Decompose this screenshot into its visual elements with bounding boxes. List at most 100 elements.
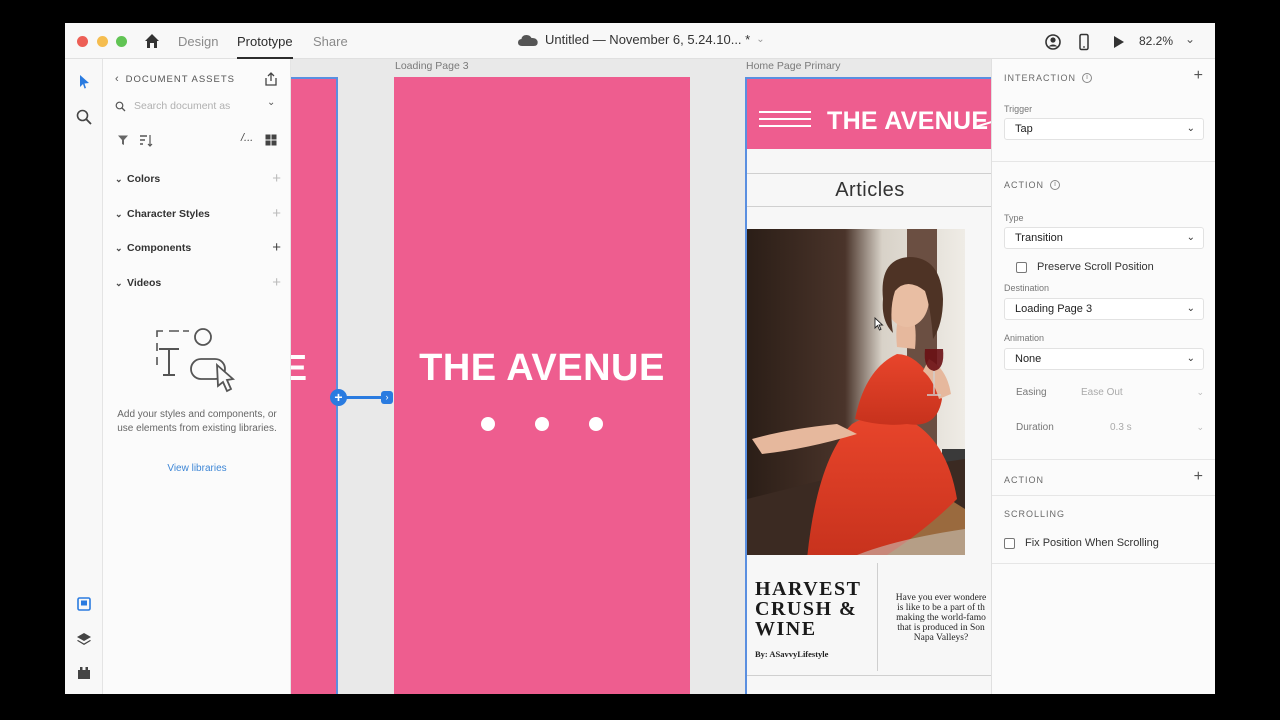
mouse-cursor-icon [874, 317, 884, 331]
divider [992, 495, 1215, 496]
animation-label: Animation [1004, 333, 1045, 343]
chevron-down-icon: ⌄ [115, 277, 123, 288]
wire-stub-icon [975, 121, 991, 128]
preserve-scroll-checkbox[interactable]: Preserve Scroll Position [1016, 261, 1154, 273]
artboard-loading-page-3[interactable]: THE AVENUE [394, 77, 690, 694]
grid-view-icon[interactable] [265, 134, 277, 146]
close-window-button[interactable] [77, 36, 88, 47]
tab-share[interactable]: Share [313, 34, 348, 49]
plugins-icon[interactable] [75, 664, 93, 682]
empty-assets-illustration [156, 328, 236, 393]
assets-header[interactable]: ‹ DOCUMENT ASSETS [115, 73, 235, 85]
easing-label: Easing [1016, 387, 1047, 398]
add-action-button[interactable]: + [1194, 468, 1203, 486]
assets-empty-text: Add your styles and components, or use e… [117, 409, 277, 434]
export-icon[interactable] [263, 71, 279, 87]
assets-header-label: DOCUMENT ASSETS [125, 73, 235, 85]
add-color-button[interactable]: + [272, 170, 281, 188]
play-icon[interactable] [1109, 33, 1127, 51]
tab-design[interactable]: Design [178, 34, 218, 49]
destination-select[interactable]: Loading Page 3 ⌄ [1004, 298, 1204, 320]
assets-section-colors[interactable]: ⌄ Colors + [115, 170, 281, 188]
chevron-down-icon[interactable]: ⌄ [1185, 32, 1195, 46]
hamburger-menu-icon [759, 111, 811, 129]
brand-logo: THE AVENUE [419, 347, 665, 389]
type-label: Type [1004, 213, 1024, 223]
zoom-level[interactable]: 82.2% [1139, 34, 1173, 48]
search-icon [115, 101, 126, 111]
checkbox[interactable] [1016, 261, 1027, 273]
maximize-window-button[interactable] [116, 36, 127, 47]
document-title-text: Untitled — November 6, 5.24.10... * [545, 32, 751, 47]
fix-position-checkbox[interactable]: Fix Position When Scrolling [1004, 537, 1159, 549]
chevron-down-icon: ⌄ [1186, 232, 1195, 243]
home-icon[interactable] [143, 32, 161, 50]
article-title-line: HARVEST [755, 578, 862, 600]
document-title[interactable]: Untitled — November 6, 5.24.10... * ⌄ [517, 32, 765, 47]
info-icon[interactable]: i [1082, 73, 1093, 83]
design-canvas[interactable]: Loading Page 3 Home Page Primary E THE A… [291, 59, 991, 694]
trigger-select[interactable]: Tap ⌄ [1004, 118, 1204, 140]
search-icon[interactable] [75, 108, 93, 126]
mobile-preview-icon[interactable] [1075, 33, 1093, 51]
artboard-label-home-page-primary[interactable]: Home Page Primary [746, 60, 841, 72]
add-interaction-button[interactable]: + [1194, 67, 1203, 85]
easing-value: Ease Out [1081, 387, 1123, 398]
chevron-down-icon: ⌄ [1186, 303, 1195, 314]
list-view-icon[interactable]: /... [241, 132, 253, 144]
article-divider [877, 563, 878, 671]
chevron-left-icon[interactable]: ‹ [115, 73, 120, 85]
section-label: Components [127, 242, 192, 254]
chevron-down-icon: ⌄ [1186, 353, 1195, 364]
asset-search-input[interactable]: Search document as [115, 97, 283, 115]
wire-arrow-icon[interactable]: › [381, 391, 393, 404]
section-label: Videos [127, 277, 162, 289]
property-inspector: INTERACTION i + Trigger Tap ⌄ ACTION i T… [991, 59, 1215, 694]
filter-icon[interactable] [117, 134, 129, 146]
chevron-down-icon: ⌄ [115, 242, 123, 253]
artboard-label-loading-page-3[interactable]: Loading Page 3 [395, 60, 469, 72]
layers-icon[interactable] [75, 630, 93, 648]
excerpt-line: Have you ever wondere [895, 593, 987, 603]
interaction-section-label: INTERACTION i [1004, 73, 1093, 83]
info-icon[interactable]: i [1050, 180, 1061, 190]
section-label: Character Styles [127, 208, 210, 220]
tab-prototype[interactable]: Prototype [237, 34, 293, 59]
view-libraries-link[interactable]: View libraries [115, 463, 279, 474]
action-2-section-label: ACTION [1004, 475, 1044, 485]
divider [992, 161, 1215, 162]
duration-label: Duration [1016, 422, 1054, 433]
chevron-down-icon: ⌄ [756, 34, 765, 45]
add-video-button[interactable]: + [272, 274, 281, 292]
destination-value: Loading Page 3 [1015, 303, 1093, 315]
user-icon[interactable] [1044, 33, 1062, 51]
sort-icon[interactable] [139, 134, 153, 147]
site-header: THE AVENUE [747, 79, 991, 149]
assets-icon[interactable] [75, 595, 93, 613]
animation-select[interactable]: None ⌄ [1004, 348, 1204, 370]
chevron-down-icon[interactable]: ⌄ [267, 97, 275, 108]
add-character-style-button[interactable]: + [272, 205, 281, 223]
asset-filter-row: /... [117, 132, 281, 149]
wire-handle-plus-icon[interactable]: + [330, 389, 347, 406]
minimize-window-button[interactable] [97, 36, 108, 47]
select-tool-icon[interactable] [75, 73, 93, 91]
duration-field[interactable]: Duration 0.3 s ⌄ [1016, 422, 1204, 440]
xd-window: Design Prototype Share Untitled — Novemb… [65, 23, 1215, 694]
trigger-label: Trigger [1004, 104, 1033, 114]
assets-section-videos[interactable]: ⌄ Videos + [115, 274, 281, 292]
assets-section-components[interactable]: ⌄ Components + [115, 239, 281, 257]
artboard-home-page-primary[interactable]: THE AVENUE Articles HARVEST CRUSH & WINE… [745, 77, 991, 694]
chevron-down-icon: ⌄ [1196, 387, 1204, 397]
chevron-down-icon: ⌄ [115, 173, 123, 184]
title-bar: Design Prototype Share Untitled — Novemb… [65, 23, 1215, 59]
action-type-select[interactable]: Transition ⌄ [1004, 227, 1204, 249]
artboard-previous[interactable]: E [291, 77, 338, 694]
section-divider [747, 675, 991, 676]
easing-select[interactable]: Easing Ease Out ⌄ [1016, 387, 1204, 405]
article-title-line: CRUSH & [755, 598, 858, 620]
checkbox[interactable] [1004, 537, 1015, 549]
fix-position-label: Fix Position When Scrolling [1025, 537, 1159, 549]
add-component-button[interactable]: + [272, 239, 281, 257]
assets-section-character-styles[interactable]: ⌄ Character Styles + [115, 205, 281, 223]
